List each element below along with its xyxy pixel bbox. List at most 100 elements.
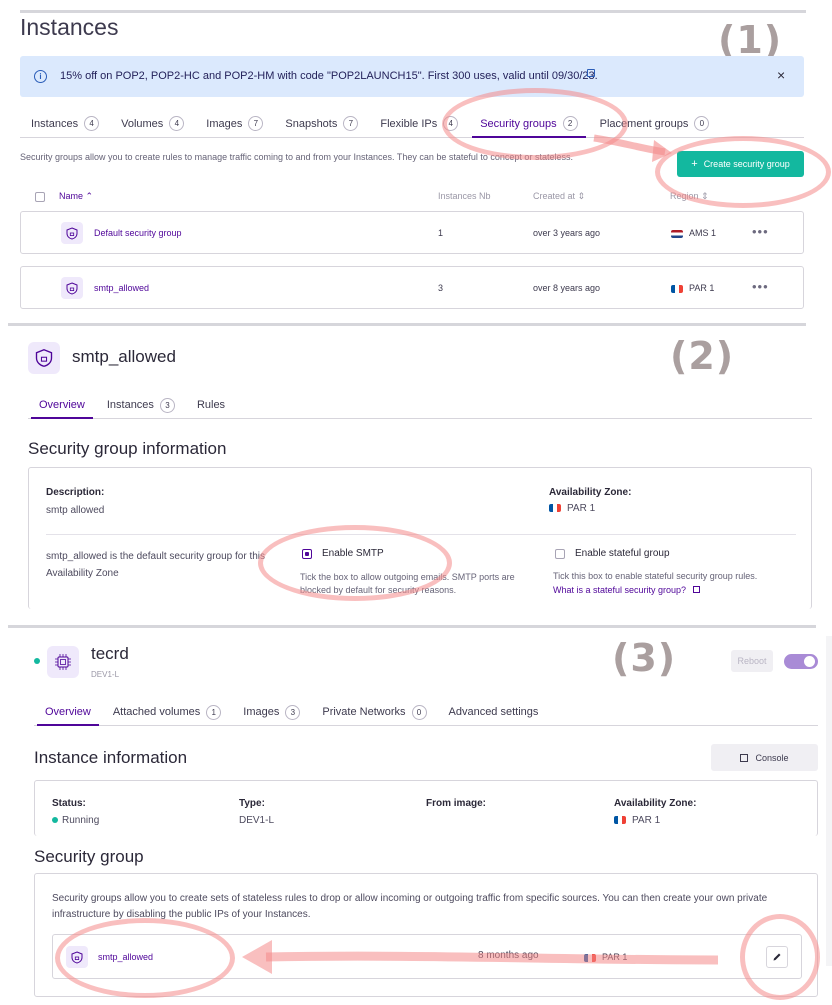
tab-advanced-settings[interactable]: Advanced settings	[449, 699, 539, 725]
more-actions-icon[interactable]: •••	[752, 224, 769, 239]
security-group-info-card: Description: smtp allowed Availability Z…	[28, 467, 812, 609]
az-value: PAR 1	[549, 503, 595, 514]
type-value: DEV1-L	[239, 815, 275, 826]
step-label-3: (3)	[612, 636, 677, 680]
edit-button[interactable]	[766, 946, 788, 968]
row-name-link[interactable]: smtp_allowed	[94, 283, 149, 293]
tab-flexible-ips[interactable]: Flexible IPs 4	[380, 110, 459, 137]
tab-images[interactable]: Images 3	[243, 699, 301, 725]
highlight-arrow	[242, 940, 719, 974]
section-title: Security group information	[28, 439, 227, 458]
row-region: AMS 1	[671, 228, 716, 238]
column-created[interactable]: Created at ⇕	[533, 191, 585, 202]
row-created: over 3 years ago	[533, 228, 601, 238]
enable-stateful-label[interactable]: Enable stateful group	[575, 548, 670, 559]
enable-smtp-checkbox[interactable]	[302, 549, 312, 559]
tab-images[interactable]: Images 7	[206, 110, 264, 137]
instances-tabs: Instances 4 Volumes 4 Images 7 Snapshots 7 F…	[20, 110, 804, 138]
tab-count: 0	[411, 704, 427, 720]
tab-count: 0	[694, 116, 710, 131]
edge-strip	[826, 636, 832, 966]
row-created: over 8 years ago	[533, 283, 601, 293]
sort-icon: ⇕	[577, 191, 586, 201]
external-link-icon[interactable]	[587, 69, 595, 77]
tab-count: 4	[443, 116, 459, 131]
instance-tabs: Overview Attached volumes 1 Images 3 Priva…	[34, 699, 818, 726]
column-region[interactable]: Region ⇕	[670, 191, 709, 202]
tab-attached-volumes[interactable]: Attached volumes 1	[113, 699, 222, 725]
az-label: Availability Zone:	[614, 798, 697, 809]
tab-security-groups[interactable]: Security groups 2	[472, 110, 587, 138]
tab-instances[interactable]: Instances 3	[107, 392, 175, 418]
az-label: Availability Zone:	[549, 487, 632, 498]
promo-text: 15% off on POP2, POP2-HC and POP2-HM wit…	[60, 70, 598, 82]
tab-rules[interactable]: Rules	[197, 392, 225, 418]
security-group-title: smtp_allowed	[72, 347, 176, 366]
enable-smtp-label[interactable]: Enable SMTP	[322, 548, 384, 559]
table-row[interactable]: Default security group 1 over 3 years ag…	[20, 211, 804, 254]
description-label: Description:	[46, 487, 105, 498]
enable-stateful-checkbox[interactable]	[555, 549, 565, 559]
banner-close-button[interactable]: ×	[777, 67, 785, 83]
sort-icon: ⇕	[701, 191, 709, 201]
table-row[interactable]: smtp_allowed 3 over 8 years ago PAR 1 ••…	[20, 266, 804, 309]
security-group-link[interactable]: smtp_allowed	[98, 952, 153, 962]
create-security-group-button[interactable]: + Create security group	[677, 151, 804, 177]
tab-volumes[interactable]: Volumes 4	[121, 110, 185, 137]
tab-private-networks[interactable]: Private Networks 0	[322, 699, 427, 725]
separator-top	[20, 10, 806, 13]
france-flag-icon	[549, 504, 561, 513]
tab-overview[interactable]: Overview	[37, 699, 99, 726]
power-toggle[interactable]	[784, 654, 818, 669]
security-groups-description: Security groups allow you to create rule…	[20, 152, 573, 162]
table-header: Name ⌃ Instances Nb Created at ⇕ Region …	[20, 188, 804, 206]
column-name[interactable]: Name ⌃	[59, 191, 93, 202]
france-flag-icon	[671, 284, 683, 293]
status-dot	[34, 658, 40, 664]
row-name-link[interactable]: Default security group	[94, 228, 182, 238]
promo-banner: i 15% off on POP2, POP2-HC and POP2-HM w…	[20, 56, 804, 97]
tab-snapshots[interactable]: Snapshots 7	[285, 110, 359, 137]
console-button[interactable]: Console	[711, 744, 818, 771]
status-value: Running	[52, 815, 99, 826]
security-group-section-title: Security group	[34, 847, 144, 866]
description-value: smtp allowed	[46, 505, 105, 516]
reboot-button[interactable]: Reboot	[731, 650, 773, 672]
security-group-help: Security groups allow you to create sets…	[52, 893, 768, 920]
info-icon: i	[34, 70, 47, 83]
row-instances: 1	[438, 228, 444, 238]
tab-count: 3	[159, 397, 175, 413]
instance-subtitle: DEV1-L	[91, 670, 120, 679]
tab-count: 1	[206, 704, 222, 720]
tab-overview[interactable]: Overview	[31, 392, 93, 419]
tab-count: 4	[84, 116, 100, 131]
security-group-tabs: Overview Instances 3 Rules	[28, 392, 812, 419]
tab-count: 2	[562, 116, 578, 131]
more-actions-icon[interactable]: •••	[752, 279, 769, 294]
shield-icon	[28, 342, 60, 374]
enable-smtp-help: Tick the box to allow outgoing emails. S…	[300, 572, 515, 595]
stateful-help-link[interactable]: What is a stateful security group?	[553, 585, 700, 595]
section-title: Instance information	[34, 748, 188, 767]
tab-count: 3	[285, 704, 301, 720]
tab-instances[interactable]: Instances 4	[31, 110, 100, 137]
shield-icon	[66, 946, 88, 968]
shield-icon	[61, 222, 83, 244]
separator-bottom	[8, 625, 816, 628]
france-flag-icon	[614, 816, 626, 825]
divider	[46, 534, 796, 535]
select-all-checkbox[interactable]	[35, 192, 45, 202]
enable-stateful-help: Tick this box to enable stateful securit…	[553, 571, 758, 581]
step-label-2: (2)	[670, 334, 735, 378]
external-link-icon	[740, 753, 749, 762]
tab-count: 7	[343, 116, 359, 131]
plus-icon: +	[691, 158, 698, 170]
image-label: From image:	[426, 798, 487, 809]
separator-middle	[8, 323, 806, 326]
type-label: Type:	[239, 798, 265, 809]
az-value: PAR 1	[614, 815, 660, 826]
default-group-note: smtp_allowed is the default security gro…	[46, 551, 265, 579]
row-instances: 3	[438, 283, 444, 293]
status-label: Status:	[52, 798, 86, 809]
chip-icon	[47, 646, 79, 678]
